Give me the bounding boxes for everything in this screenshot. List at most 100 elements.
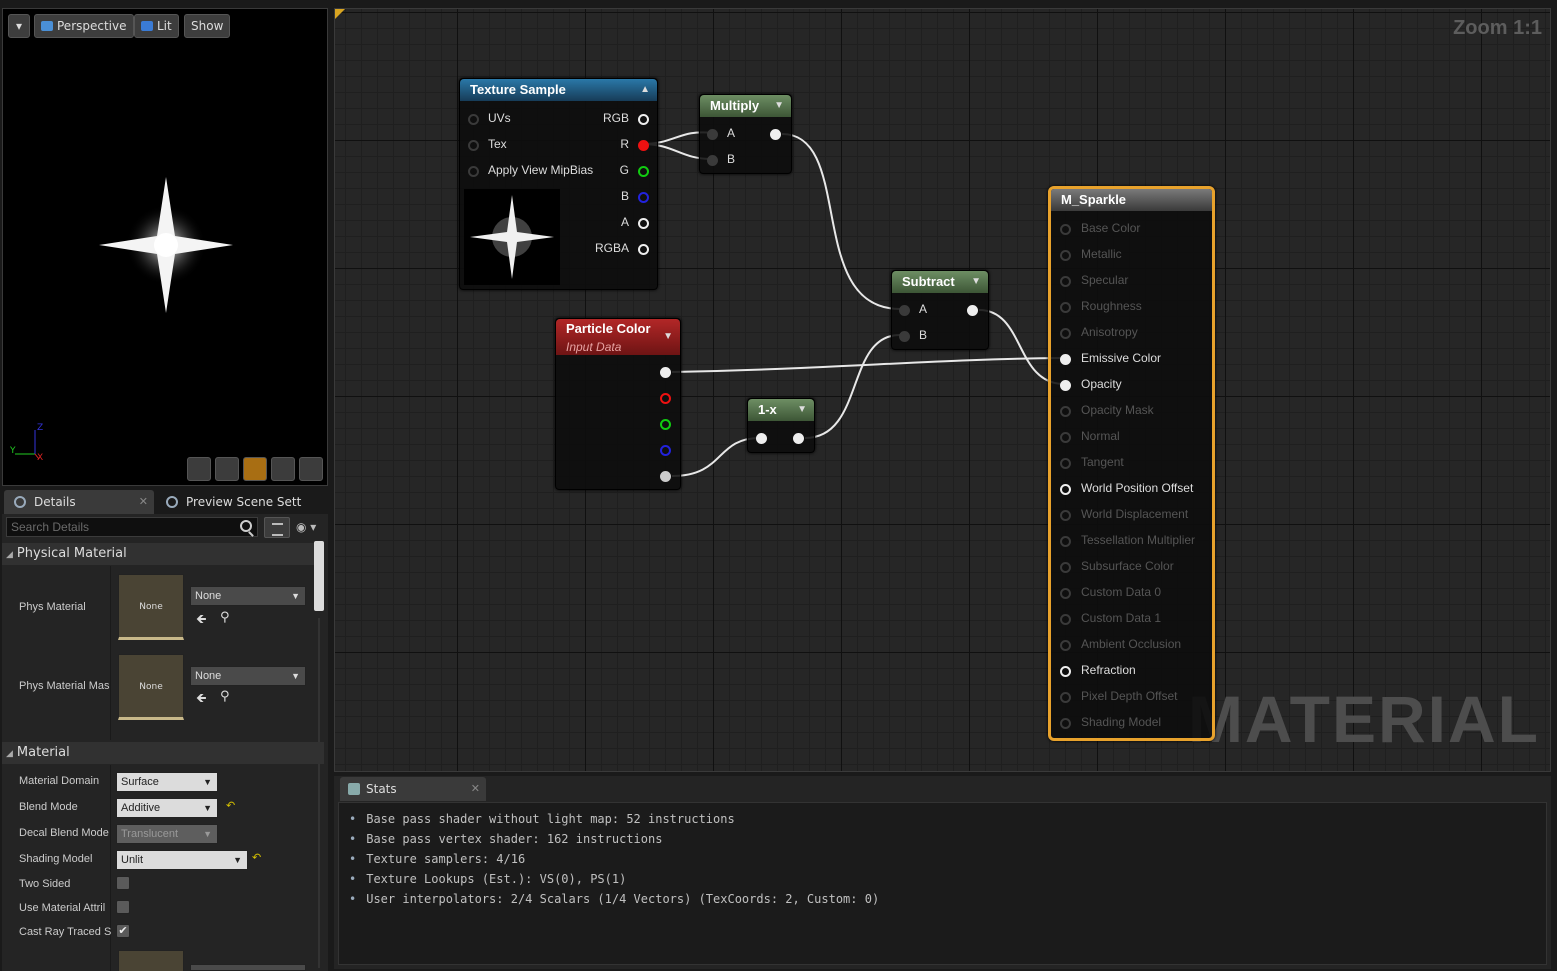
partial-thumbnail[interactable] [118, 950, 184, 971]
pin-output[interactable] [793, 433, 804, 444]
category-physical-material[interactable]: ◢ Physical Material [2, 543, 324, 565]
node-header[interactable]: Particle Color ▼ Input Data [556, 319, 680, 355]
pin-tex[interactable] [468, 140, 479, 151]
pin-a-out[interactable] [660, 471, 671, 482]
phys-material-thumbnail[interactable]: None [118, 574, 184, 640]
pin-output[interactable] [770, 129, 781, 140]
node-header[interactable]: M_Sparkle [1051, 189, 1212, 211]
search-input[interactable] [6, 517, 258, 537]
node-material-result[interactable]: M_Sparkle Base Color Metallic Specular Roug… [1048, 186, 1215, 741]
tab-stats[interactable]: Stats ✕ [340, 777, 486, 801]
pin-input[interactable] [1060, 718, 1071, 729]
pin-input[interactable] [1060, 250, 1071, 261]
close-icon[interactable]: ✕ [139, 490, 148, 514]
category-material[interactable]: ◢ Material [2, 742, 324, 764]
pin-apply-view-mipbias[interactable] [468, 166, 479, 177]
cast-ray-traced-shadows-checkbox[interactable]: ✔ [116, 924, 130, 938]
pin-output[interactable] [967, 305, 978, 316]
preview-sphere-button[interactable] [215, 457, 239, 481]
pin-input[interactable] [1060, 276, 1071, 287]
pin-input[interactable] [1060, 328, 1071, 339]
view-options-eye-icon[interactable]: ◉ ▾ [296, 517, 324, 538]
tab-preview-scene-settings[interactable]: Preview Scene Sett [156, 490, 306, 514]
pin-input[interactable] [1060, 484, 1071, 495]
pin-input[interactable] [1060, 406, 1071, 417]
collapse-arrow-icon[interactable]: ▼ [663, 328, 673, 346]
preview-viewport[interactable]: ▾ Perspective Lit Show Y X Z [2, 8, 328, 486]
collapse-arrow-icon[interactable]: ▲ [640, 79, 650, 101]
pin-b-out[interactable] [638, 192, 649, 203]
pin-b-in[interactable] [707, 155, 718, 166]
node-header[interactable]: Subtract ▼ [892, 271, 988, 293]
material-graph-canvas[interactable]: Zoom 1:1 MATERIAL Texture Sample ▲ UVs Te… [334, 8, 1551, 772]
pin-input[interactable] [1060, 354, 1071, 365]
pin-input[interactable] [1060, 588, 1071, 599]
reset-to-default-icon[interactable]: ↶ [226, 799, 235, 812]
preview-cylinder-button[interactable] [187, 457, 211, 481]
details-scroll-track[interactable] [318, 618, 320, 968]
pin-input[interactable] [1060, 614, 1071, 625]
pin-r-out[interactable] [660, 393, 671, 404]
pin-input[interactable] [1060, 666, 1071, 677]
pin-r-out[interactable] [638, 140, 649, 151]
collapse-arrow-icon[interactable]: ▼ [971, 271, 981, 293]
details-scrollbar[interactable] [314, 541, 324, 611]
node-header[interactable]: 1-x ▼ [748, 399, 814, 421]
use-selected-arrow-icon[interactable]: 🡸 [196, 610, 207, 632]
pin-g-out[interactable] [638, 166, 649, 177]
wire-particle-to-emissive [671, 357, 1065, 373]
blend-mode-combo[interactable]: Additive ▼ [116, 798, 218, 818]
reset-to-default-icon[interactable]: ↶ [252, 851, 261, 864]
phys-material-combo[interactable]: None ▼ [190, 586, 306, 606]
pin-uvs[interactable] [468, 114, 479, 125]
pin-input[interactable] [1060, 380, 1071, 391]
collapse-arrow-icon[interactable]: ▼ [797, 399, 807, 421]
node-header[interactable]: Multiply ▼ [700, 95, 791, 117]
pin-input[interactable] [1060, 640, 1071, 651]
pin-input[interactable] [1060, 302, 1071, 313]
node-multiply[interactable]: Multiply ▼ A B [699, 94, 792, 174]
pin-input[interactable] [756, 433, 767, 444]
shading-model-combo[interactable]: Unlit ▼ [116, 850, 248, 870]
pin-a-in[interactable] [707, 129, 718, 140]
node-subtract[interactable]: Subtract ▼ A B [891, 270, 989, 350]
phys-material-mask-combo[interactable]: None ▼ [190, 666, 306, 686]
column-divider[interactable] [110, 765, 111, 971]
collapse-arrow-icon[interactable]: ▼ [774, 95, 784, 117]
list-view-button[interactable] [264, 517, 290, 538]
node-one-minus[interactable]: 1-x ▼ [747, 398, 815, 453]
pin-input[interactable] [1060, 562, 1071, 573]
preview-mesh-button[interactable] [299, 457, 323, 481]
pin-rgb-out[interactable] [638, 114, 649, 125]
pin-input[interactable] [1060, 510, 1071, 521]
pin-input[interactable] [1060, 692, 1071, 703]
pin-input[interactable] [1060, 536, 1071, 547]
preview-plane-button[interactable] [243, 457, 267, 481]
partial-combo[interactable] [190, 964, 306, 971]
pin-a-out[interactable] [638, 218, 649, 229]
use-material-attributes-checkbox[interactable] [116, 900, 130, 914]
pin-input[interactable] [1060, 458, 1071, 469]
preview-cube-button[interactable] [271, 457, 295, 481]
browse-search-icon[interactable]: ⚲ [220, 610, 230, 625]
close-icon[interactable]: ✕ [471, 777, 480, 801]
node-header[interactable]: Texture Sample ▲ [460, 79, 657, 101]
node-texture-sample[interactable]: Texture Sample ▲ UVs Tex Apply View MipBi… [459, 78, 658, 290]
pin-a-in[interactable] [899, 305, 910, 316]
use-selected-arrow-icon[interactable]: 🡸 [196, 689, 207, 711]
column-divider[interactable] [110, 566, 111, 740]
pin-b-out[interactable] [660, 445, 671, 456]
browse-search-icon[interactable]: ⚲ [220, 689, 230, 704]
pin-input[interactable] [1060, 432, 1071, 443]
pin-b-in[interactable] [899, 331, 910, 342]
pin-rgba-out[interactable] [638, 244, 649, 255]
phys-material-mask-thumbnail[interactable]: None [118, 654, 184, 720]
pin-rgb-out[interactable] [660, 367, 671, 378]
tab-details[interactable]: Details ✕ [4, 490, 154, 514]
material-domain-combo[interactable]: Surface ▼ [116, 772, 218, 792]
node-particle-color[interactable]: Particle Color ▼ Input Data [555, 318, 681, 490]
two-sided-checkbox[interactable] [116, 876, 130, 890]
stats-log: Base pass shader without light map: 52 i… [338, 802, 1547, 965]
pin-input[interactable] [1060, 224, 1071, 235]
pin-g-out[interactable] [660, 419, 671, 430]
